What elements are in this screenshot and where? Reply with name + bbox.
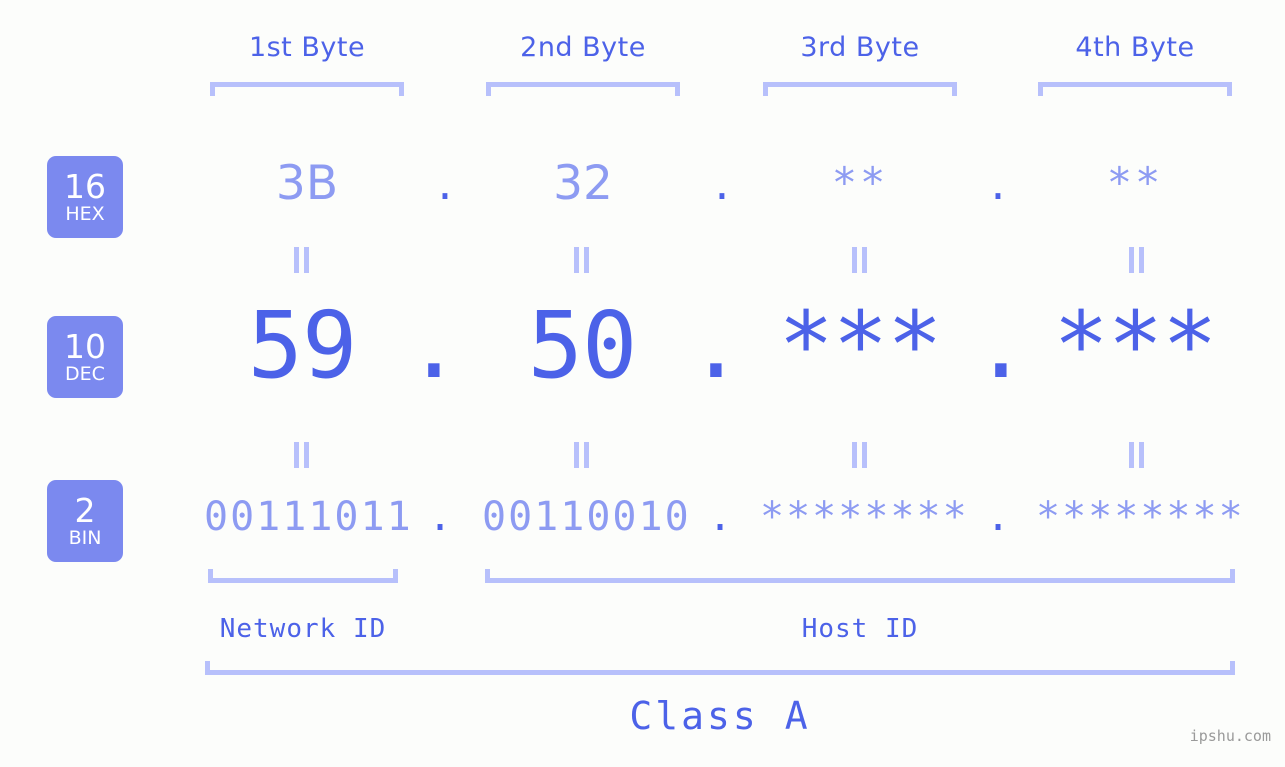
byte-bracket-3	[763, 82, 957, 96]
equals-icon-hex-dec-4	[1128, 247, 1146, 273]
base-badge-bin-number: 2	[74, 491, 96, 530]
base-badge-dec: 10 DEC	[47, 316, 123, 398]
class-bracket	[205, 661, 1235, 675]
hex-separator-3: .	[990, 156, 1006, 211]
equals-icon-dec-bin-3	[851, 442, 869, 468]
base-badge-hex-label: HEX	[65, 203, 105, 225]
equals-icon-dec-bin-1	[293, 442, 311, 468]
base-badge-bin-label: BIN	[68, 527, 102, 549]
dec-separator-2: .	[688, 292, 744, 399]
dec-byte-4: ***	[1053, 292, 1217, 399]
hex-separator-1: .	[437, 156, 453, 211]
dec-separator-3: .	[973, 292, 1029, 399]
host-id-label: Host ID	[801, 614, 919, 644]
base-badge-dec-number: 10	[64, 327, 106, 366]
watermark: ipshu.com	[1189, 727, 1271, 745]
ip-byte-breakdown-diagram: 1st Byte 2nd Byte 3rd Byte 4th Byte 16 H…	[0, 0, 1285, 767]
dec-byte-2: 50	[527, 292, 638, 399]
base-badge-dec-label: DEC	[65, 363, 105, 385]
network-id-label: Network ID	[219, 614, 387, 644]
base-badge-hex: 16 HEX	[47, 156, 123, 238]
network-id-bracket	[208, 569, 398, 583]
hex-byte-4: **	[1106, 158, 1164, 207]
hex-byte-2: 32	[553, 156, 613, 211]
bin-byte-2: 00110010	[482, 494, 691, 540]
equals-icon-hex-dec-3	[851, 247, 869, 273]
byte-header-1: 1st Byte	[248, 32, 366, 63]
bin-byte-1: 00111011	[204, 494, 413, 540]
equals-icon-dec-bin-2	[573, 442, 591, 468]
bin-byte-4: ********	[1036, 494, 1245, 540]
dec-byte-3: ***	[778, 292, 942, 399]
hex-separator-2: .	[714, 156, 730, 211]
byte-bracket-1	[210, 82, 404, 96]
byte-header-2: 2nd Byte	[520, 32, 646, 63]
equals-icon-dec-bin-4	[1128, 442, 1146, 468]
base-badge-bin: 2 BIN	[47, 480, 123, 562]
byte-bracket-4	[1038, 82, 1232, 96]
bin-byte-3: ********	[760, 494, 969, 540]
bin-separator-3: .	[985, 494, 1011, 540]
host-id-bracket	[485, 569, 1235, 583]
dec-byte-1: 59	[247, 292, 358, 399]
byte-header-3: 3rd Byte	[800, 32, 920, 63]
dec-separator-1: .	[406, 292, 462, 399]
base-badge-hex-number: 16	[64, 167, 106, 206]
hex-byte-1: 3B	[275, 156, 339, 211]
bin-separator-1: .	[427, 494, 453, 540]
byte-bracket-2	[486, 82, 680, 96]
hex-byte-3: **	[831, 158, 889, 207]
equals-icon-hex-dec-1	[293, 247, 311, 273]
class-label: Class A	[629, 694, 811, 738]
byte-header-4: 4th Byte	[1075, 32, 1195, 63]
bin-separator-2: .	[707, 494, 733, 540]
equals-icon-hex-dec-2	[573, 247, 591, 273]
